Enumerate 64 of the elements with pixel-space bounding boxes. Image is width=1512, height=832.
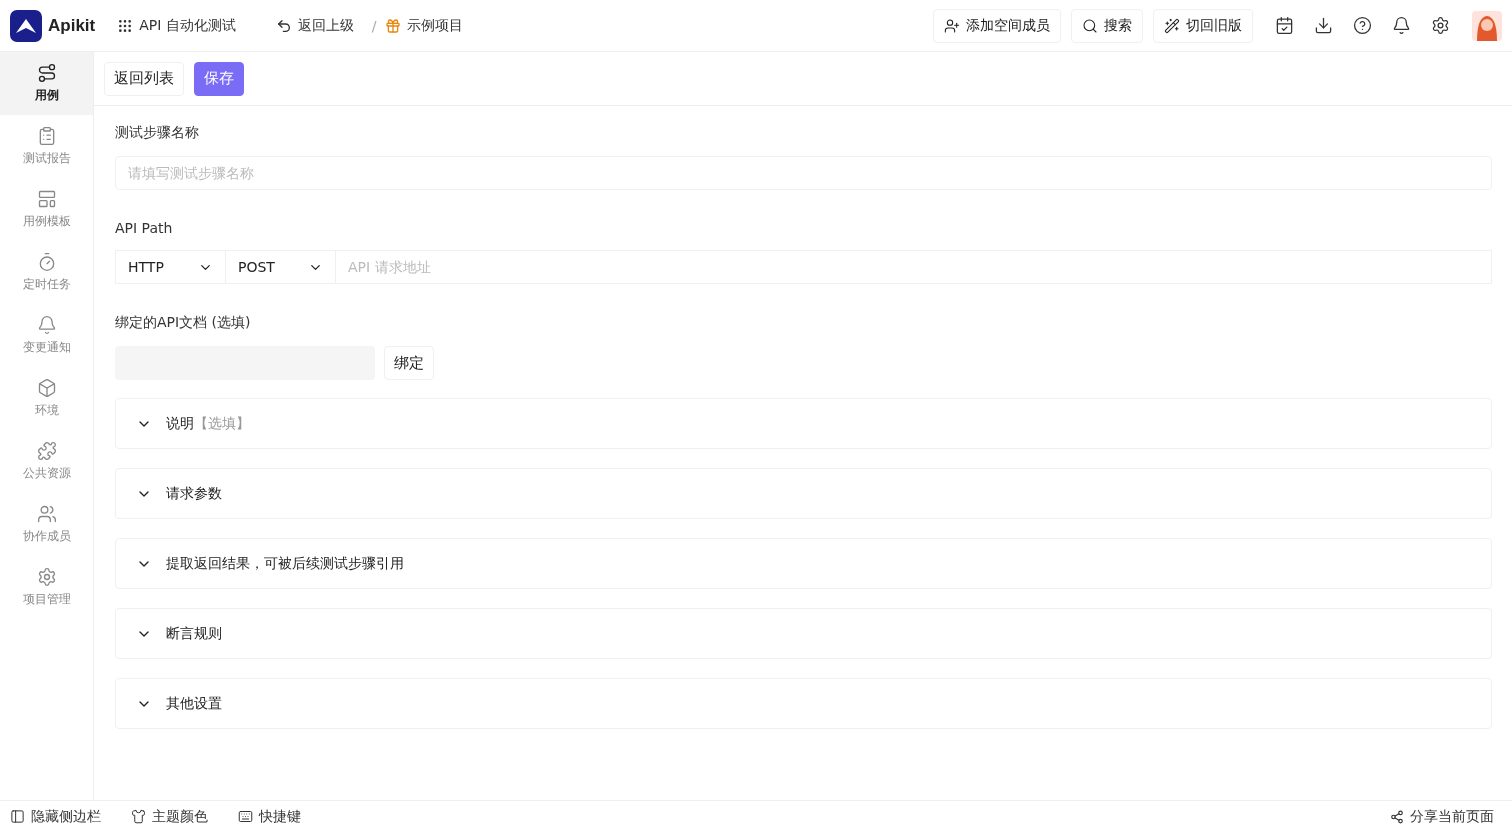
field-label: 测试步骤名称 [115, 124, 200, 142]
share-link[interactable]: 分享当前页面 [1390, 807, 1494, 826]
keyboard-icon [238, 809, 253, 824]
module-link[interactable]: API 自动化测试 [117, 16, 236, 35]
toolbar-button[interactable]: 切回旧版 [1153, 8, 1253, 43]
field-label: API Path [115, 220, 174, 236]
sidebar-item[interactable]: 项目管理 [0, 556, 93, 619]
search-icon [1082, 17, 1098, 34]
save-button[interactable]: 保存 [194, 61, 244, 96]
collapsible-section[interactable]: 提取返回结果，可被后续测试步骤引用 [115, 538, 1492, 589]
grid-icon [117, 17, 134, 34]
bind-button[interactable]: 绑定 [384, 346, 434, 380]
brand-name: Apikit [48, 15, 96, 36]
share-icon [1390, 809, 1404, 824]
users-icon [36, 504, 57, 524]
bell-icon [36, 315, 57, 335]
toolbar-button[interactable]: 添加空间成员 [933, 8, 1061, 43]
bell-icon [1391, 16, 1411, 35]
help-icon [1352, 16, 1372, 35]
collapsible-section[interactable]: 说明【选填】 [115, 398, 1492, 449]
avatar[interactable] [1472, 10, 1502, 41]
sidebar-item[interactable]: 协作成员 [0, 493, 93, 556]
calendar-icon [1274, 16, 1294, 35]
undo-icon [275, 17, 292, 34]
sidebar-item[interactable]: 变更通知 [0, 304, 93, 367]
collapsible-section[interactable]: 断言规则 [115, 608, 1492, 659]
protocol-select[interactable]: HTTP [115, 250, 225, 284]
sidebar-item[interactable]: 用例 [0, 52, 93, 115]
section-title: 请求参数 [166, 484, 222, 503]
sidebar-item[interactable]: 环境 [0, 367, 93, 430]
collapsible-section[interactable]: 其他设置 [115, 678, 1492, 729]
footer-link[interactable]: 主题颜色 [131, 807, 208, 826]
sidebar-item[interactable]: 测试报告 [0, 115, 93, 178]
footer-link[interactable]: 快捷键 [238, 807, 301, 826]
footer-link[interactable]: 隐藏侧边栏 [10, 807, 101, 826]
settings-icon [36, 567, 57, 587]
section-title: 提取返回结果，可被后续测试步骤引用 [166, 554, 404, 573]
section-title: 其他设置 [166, 694, 222, 713]
section-title: 断言规则 [166, 624, 222, 643]
shirt-icon [131, 809, 146, 824]
add-user-icon [944, 17, 960, 34]
settings-icon [1430, 16, 1450, 35]
input-field[interactable]: 请填写测试步骤名称 [115, 156, 1492, 190]
sidebar-icon [10, 809, 25, 824]
cube-icon [36, 378, 57, 398]
section-title: 说明【选填】 [166, 414, 250, 433]
sidebar-item[interactable]: 定时任务 [0, 241, 93, 304]
route-icon [36, 63, 57, 83]
back-button[interactable]: 返回列表 [104, 61, 184, 96]
collapsible-section[interactable]: 请求参数 [115, 468, 1492, 519]
toolbar-button[interactable]: 搜索 [1071, 8, 1143, 43]
project-link[interactable]: 示例项目 [384, 16, 463, 35]
field-label: 绑定的API文档 (选填) [115, 314, 252, 332]
puzzle-icon [36, 441, 57, 461]
wand-icon [1164, 17, 1180, 34]
download-icon [1313, 16, 1333, 35]
back-link[interactable]: 返回上级 [275, 16, 354, 35]
gift-icon [384, 17, 401, 34]
sidebar-item[interactable]: 用例模板 [0, 178, 93, 241]
logo-icon [10, 9, 42, 42]
sidebar-item[interactable]: 公共资源 [0, 430, 93, 493]
input-field[interactable]: API 请求地址 [335, 250, 1492, 284]
breadcrumb-separator: / [371, 17, 377, 34]
layout-icon [36, 189, 57, 209]
